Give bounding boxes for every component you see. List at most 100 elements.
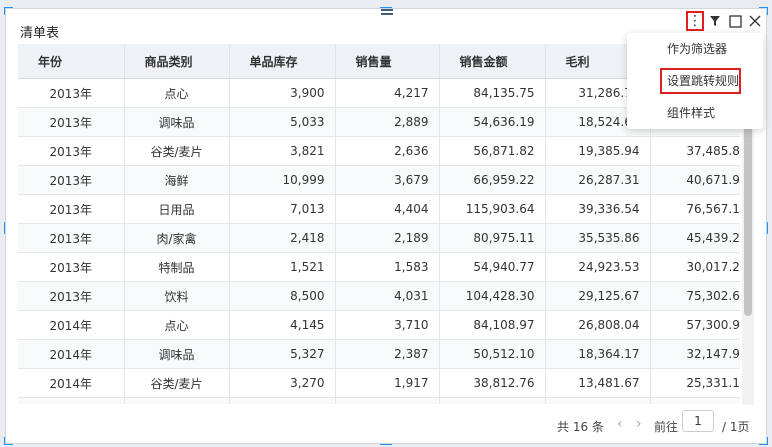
table-cell: 4,404 bbox=[335, 194, 440, 224]
menu-item-component-style[interactable]: 组件样式 bbox=[627, 99, 763, 127]
table-cell: 38,812.76 bbox=[439, 368, 546, 398]
table-cell: 谷类/麦片 bbox=[124, 368, 230, 398]
menu-item-label: 作为筛选器 bbox=[667, 42, 728, 56]
more-options-menu: 作为筛选器 设置跳转规则 组件样式 bbox=[627, 33, 763, 129]
table-cell: 84,108.97 bbox=[439, 310, 546, 340]
table-cell: 3,900 bbox=[229, 78, 336, 108]
table-cell: 30,017.24 bbox=[650, 252, 740, 282]
menu-item-label: 组件样式 bbox=[667, 106, 716, 120]
table-cell: 2013年 bbox=[18, 165, 125, 195]
table-cell: 24,923.53 bbox=[545, 252, 651, 282]
table-cell: 3,821 bbox=[229, 136, 336, 166]
close-icon[interactable] bbox=[746, 12, 764, 30]
table-row[interactable]: 2013年 海鲜 10,999 3,679 66,959.22 26,287.31 40,6… bbox=[18, 165, 740, 195]
table-row[interactable]: 2014年 调味品 5,327 2,387 50,512.10 18,364.17 32,1… bbox=[18, 339, 740, 369]
table-cell: 点心 bbox=[124, 310, 230, 340]
table-cell: 115,903.64 bbox=[439, 194, 546, 224]
column-header-stock[interactable]: 单品库存 bbox=[229, 44, 336, 79]
table-cell: 5,033 bbox=[229, 107, 336, 137]
table-row[interactable]: 2013年 谷类/麦片 3,821 2,636 56,871.82 19,385.94 37… bbox=[18, 136, 740, 166]
table-cell: 调味品 bbox=[124, 107, 230, 137]
table-cell: 4,217 bbox=[335, 78, 440, 108]
column-header-sales-amount[interactable]: 销售金额 bbox=[439, 44, 546, 79]
table-cell: 5,327 bbox=[229, 339, 336, 369]
table-cell: 37,485.89 bbox=[650, 136, 740, 166]
table-cell: 42,870.48 bbox=[650, 397, 740, 404]
table-cell: 2,387 bbox=[335, 339, 440, 369]
page-number-input[interactable]: 1 bbox=[682, 410, 714, 432]
table-cell: 2013年 bbox=[18, 136, 125, 166]
filter-icon[interactable] bbox=[706, 12, 724, 30]
table-cell: 3,679 bbox=[335, 165, 440, 195]
table-row[interactable]: 2013年 特制品 1,521 1,583 54,940.77 24,923.53 30,0… bbox=[18, 252, 740, 282]
table-cell: 21,432.04 bbox=[545, 397, 651, 404]
table-cell: 2014年 bbox=[18, 368, 125, 398]
table-row[interactable]: 2014年 谷类/麦片 3,270 1,917 38,812.76 13,481.67 25… bbox=[18, 368, 740, 398]
table-cell: 13,481.67 bbox=[545, 368, 651, 398]
table-cell: 2014年 bbox=[18, 339, 125, 369]
table-cell: 10,999 bbox=[229, 165, 336, 195]
table-cell: 76,567.10 bbox=[650, 194, 740, 224]
table-cell: 海鲜 bbox=[124, 165, 230, 195]
table-cell: 50,512.10 bbox=[439, 339, 546, 369]
column-header-sales-volume[interactable]: 销售量 bbox=[335, 44, 440, 79]
table-cell: 19,385.94 bbox=[545, 136, 651, 166]
table-cell: 104,428.30 bbox=[439, 281, 546, 311]
table-row[interactable]: 2013年 日用品 7,013 4,404 115,903.64 39,336.54 76,… bbox=[18, 194, 740, 224]
column-header-year[interactable]: 年份 bbox=[18, 44, 125, 79]
table-cell: 谷类/麦片 bbox=[124, 136, 230, 166]
table-cell: 75,302.63 bbox=[650, 281, 740, 311]
table-cell: 35,535.86 bbox=[545, 223, 651, 253]
table-cell: 45,439.25 bbox=[650, 223, 740, 253]
table-cell: 39,336.54 bbox=[545, 194, 651, 224]
table-cell: 26,808.04 bbox=[545, 310, 651, 340]
drag-handle-icon[interactable] bbox=[381, 9, 393, 18]
table-cell: 2013年 bbox=[18, 223, 125, 253]
table-cell: 4,002 bbox=[335, 397, 440, 404]
table-cell: 54,940.77 bbox=[439, 252, 546, 282]
menu-item-use-as-filter[interactable]: 作为筛选器 bbox=[627, 35, 763, 63]
table-row[interactable]: 2014年 点心 4,145 3,710 84,108.97 26,808.04 57,30… bbox=[18, 310, 740, 340]
table-cell: 56,871.82 bbox=[439, 136, 546, 166]
maximize-icon[interactable] bbox=[726, 12, 744, 30]
more-vertical-icon[interactable]: ⋮ bbox=[686, 11, 704, 31]
table-cell: 2013年 bbox=[18, 78, 125, 108]
table-cell: 25,331.10 bbox=[650, 368, 740, 398]
table-cell: 2,889 bbox=[335, 107, 440, 137]
table-cell: 8,500 bbox=[229, 281, 336, 311]
table-cell: 1,521 bbox=[229, 252, 336, 282]
chevron-left-icon[interactable]: ‹ bbox=[617, 416, 623, 432]
table-cell: 26,287.31 bbox=[545, 165, 651, 195]
table-cell: 3,710 bbox=[335, 310, 440, 340]
table-cell: 2014年 bbox=[18, 310, 125, 340]
table-cell: 32,147.92 bbox=[650, 339, 740, 369]
widget-title: 清单表 bbox=[20, 26, 60, 41]
table-cell: 1,917 bbox=[335, 368, 440, 398]
table-cell: 2,189 bbox=[335, 223, 440, 253]
table-cell: 2013年 bbox=[18, 281, 125, 311]
table-row[interactable]: 2013年 肉/家禽 2,418 2,189 80,975.11 35,535.86 45,… bbox=[18, 223, 740, 253]
total-count: 共 16 条 bbox=[557, 420, 604, 434]
table-cell: 57,300.94 bbox=[650, 310, 740, 340]
table-cell: 2,418 bbox=[229, 223, 336, 253]
table-row[interactable]: 2014年海鲜10,1794,00264,302.5221,432.0442,8… bbox=[18, 397, 740, 404]
table-cell: 64,302.52 bbox=[439, 397, 546, 404]
table-row[interactable]: 2013年 饮料 8,500 4,031 104,428.30 29,125.67 75,3… bbox=[18, 281, 740, 311]
table-cell: 调味品 bbox=[124, 339, 230, 369]
table-cell: 4,031 bbox=[335, 281, 440, 311]
table-cell: 2013年 bbox=[18, 194, 125, 224]
table-cell: 29,125.67 bbox=[545, 281, 651, 311]
table-cell: 2013年 bbox=[18, 107, 125, 137]
menu-item-jump-rules[interactable]: 设置跳转规则 bbox=[627, 67, 763, 95]
total-pages: / 1页 bbox=[722, 420, 750, 434]
chevron-right-icon[interactable]: › bbox=[636, 416, 642, 432]
column-header-category[interactable]: 商品类别 bbox=[124, 44, 230, 79]
table-cell: 40,671.91 bbox=[650, 165, 740, 195]
table-cell: 2014年 bbox=[18, 397, 125, 404]
table-cell: 84,135.75 bbox=[439, 78, 546, 108]
table-cell: 80,975.11 bbox=[439, 223, 546, 253]
table-cell: 2,636 bbox=[335, 136, 440, 166]
table-cell: 2013年 bbox=[18, 252, 125, 282]
table-cell: 点心 bbox=[124, 78, 230, 108]
table-cell: 18,364.17 bbox=[545, 339, 651, 369]
